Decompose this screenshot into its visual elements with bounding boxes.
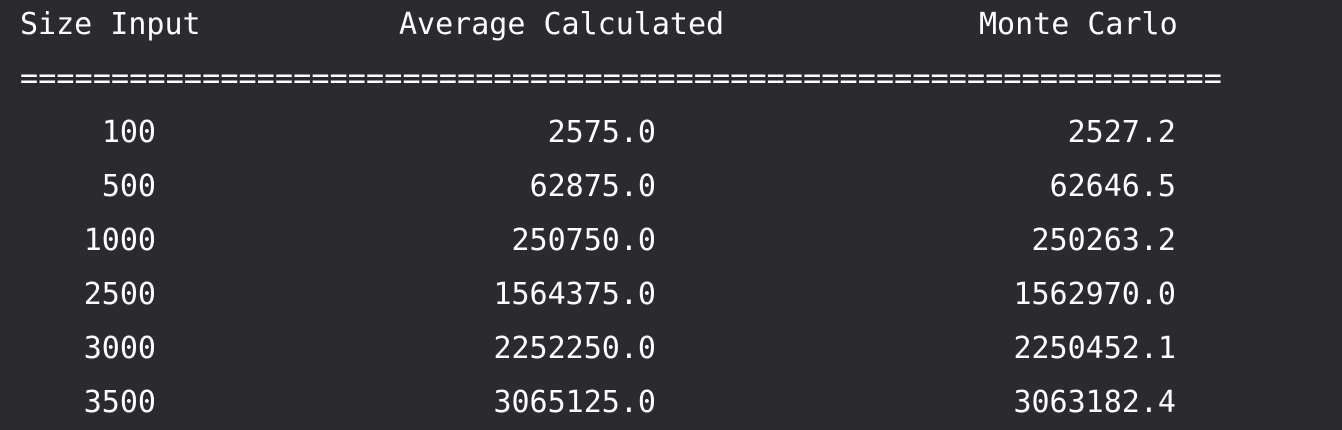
average-value: 2575.0 [547, 115, 656, 150]
table-row: 3000 2252250.0 2250452.1 [0, 322, 1342, 376]
size-value: 3000 [83, 331, 156, 366]
average-value: 62875.0 [529, 169, 656, 204]
header-monte-carlo: Monte Carlo [979, 7, 1178, 42]
average-value: 250750.0 [511, 223, 657, 258]
table-row: 3500 3065125.0 3063182.4 [0, 376, 1342, 430]
table-header: Size Input Average Calculated Monte Carl… [0, 0, 1342, 52]
separator-line: ========================================… [0, 52, 1342, 106]
monte-carlo-value: 62646.5 [1049, 169, 1176, 204]
table-row: 100 2575.0 2527.2 [0, 106, 1342, 160]
monte-carlo-value: 1562970.0 [1013, 277, 1176, 312]
header-average-calculated: Average Calculated [399, 7, 725, 42]
table-row: 2500 1564375.0 1562970.0 [0, 268, 1342, 322]
table-row: 500 62875.0 62646.5 [0, 160, 1342, 214]
size-value: 2500 [83, 277, 156, 312]
size-value: 1000 [83, 223, 156, 258]
size-value: 100 [101, 115, 156, 150]
header-size-input: Size Input [20, 7, 201, 42]
monte-carlo-value: 250263.2 [1031, 223, 1177, 258]
size-value: 3500 [83, 385, 156, 420]
average-value: 2252250.0 [493, 331, 656, 366]
average-value: 3065125.0 [493, 385, 656, 420]
separator: ========================================… [20, 61, 1222, 96]
monte-carlo-value: 2250452.1 [1013, 331, 1176, 366]
table-row: 1000 250750.0 250263.2 [0, 214, 1342, 268]
monte-carlo-value: 2527.2 [1067, 115, 1176, 150]
console-output: Size Input Average Calculated Monte Carl… [0, 0, 1342, 430]
size-value: 500 [101, 169, 156, 204]
average-value: 1564375.0 [493, 277, 656, 312]
monte-carlo-value: 3063182.4 [1013, 385, 1176, 420]
